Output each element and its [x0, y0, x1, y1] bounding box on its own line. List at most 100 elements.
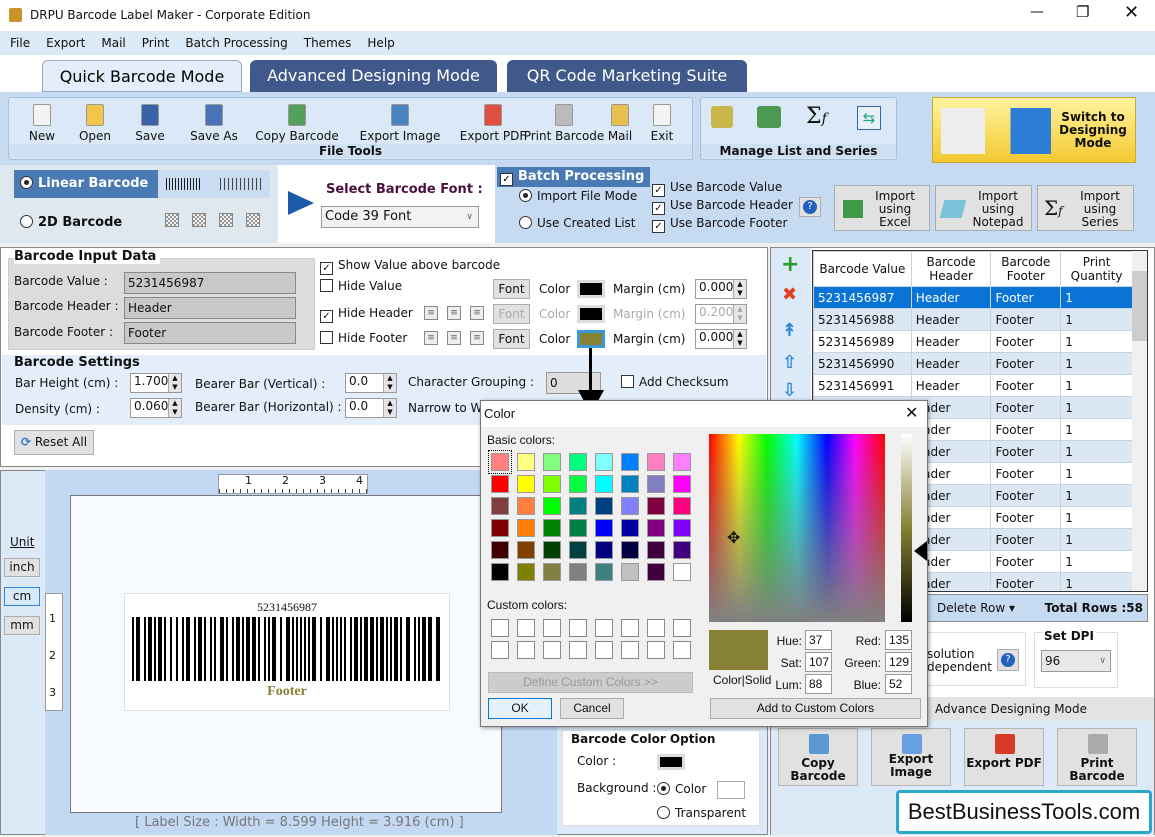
use-barcode-footer-checkbox[interactable]: ✓ Use Barcode Footer	[652, 216, 787, 233]
custom-color-swatch[interactable]	[517, 619, 535, 637]
table-cell[interactable]: 1	[1060, 462, 1133, 485]
basic-color-swatch[interactable]	[491, 519, 509, 537]
menu-export[interactable]: Export	[46, 36, 85, 50]
basic-color-swatch[interactable]	[517, 563, 535, 581]
basic-color-swatch[interactable]	[673, 563, 691, 581]
barcode-value-input[interactable]: 5231456987	[124, 272, 296, 294]
toolbar-copy-barcode-button[interactable]: Copy Barcode	[252, 104, 342, 143]
basic-color-swatch[interactable]	[543, 519, 561, 537]
table-cell[interactable]: Footer	[990, 418, 1062, 441]
use-created-list-option[interactable]: Use Created List	[519, 216, 636, 230]
barcode-label[interactable]: 5231456987 Footer	[124, 593, 450, 711]
custom-color-swatch[interactable]	[569, 619, 587, 637]
edit-list-icon[interactable]	[711, 106, 733, 128]
table-cell[interactable]: Footer	[990, 396, 1062, 419]
table-cell[interactable]: 1	[1060, 484, 1133, 507]
table-cell[interactable]: 1	[1060, 330, 1133, 353]
basic-color-swatch[interactable]	[569, 497, 587, 515]
linear-barcode-option[interactable]: Linear Barcode	[14, 170, 270, 198]
basic-color-swatch[interactable]	[543, 541, 561, 559]
menu-themes[interactable]: Themes	[304, 36, 352, 50]
column-header-barcode-footer[interactable]: Barcode Footer	[990, 251, 1062, 287]
hide-value-checkbox[interactable]: Hide Value	[320, 279, 402, 293]
move-up-icon[interactable]: ⇧	[782, 352, 797, 373]
align-left-icon[interactable]: ≡	[424, 331, 438, 345]
excel-list-icon[interactable]	[757, 106, 781, 128]
menu-print[interactable]: Print	[142, 36, 170, 50]
print-barcode-button[interactable]: Print Barcode	[1057, 728, 1137, 786]
custom-color-swatch[interactable]	[543, 641, 561, 659]
table-cell[interactable]: Footer	[990, 528, 1062, 551]
basic-color-swatch[interactable]	[543, 497, 561, 515]
2d-barcode-radio[interactable]	[20, 215, 33, 228]
table-cell[interactable]: Footer	[990, 440, 1062, 463]
resolution-help-icon[interactable]: ?	[997, 649, 1019, 671]
luminance-slider[interactable]	[901, 434, 912, 622]
import-series-button[interactable]: Σf Import using Series	[1037, 185, 1134, 231]
basic-color-swatch[interactable]	[647, 497, 665, 515]
delete-row-icon[interactable]: ✖	[782, 284, 797, 305]
unit-mm-button[interactable]: mm	[4, 616, 40, 635]
barcode-footer-input[interactable]: Footer	[124, 322, 296, 344]
basic-color-swatch[interactable]	[647, 563, 665, 581]
barcode-color-swatch[interactable]	[657, 754, 685, 770]
maximize-button[interactable]: ❐	[1076, 3, 1089, 21]
basic-color-swatch[interactable]	[673, 453, 691, 471]
basic-color-swatch[interactable]	[673, 541, 691, 559]
table-scrollbar[interactable]	[1132, 251, 1147, 591]
custom-color-swatch[interactable]	[517, 641, 535, 659]
luminance-pointer[interactable]	[914, 541, 927, 561]
basic-color-swatch[interactable]	[569, 475, 587, 493]
table-cell[interactable]: 1	[1060, 418, 1133, 441]
basic-color-swatch[interactable]	[543, 563, 561, 581]
show-value-checkbox[interactable]: ✓ Show Value above barcode	[320, 258, 500, 275]
add-to-custom-colors-button[interactable]: Add to Custom Colors	[710, 698, 921, 719]
table-row[interactable]: 5231456987 Header Footer 1	[813, 286, 1133, 309]
basic-color-swatch[interactable]	[569, 519, 587, 537]
basic-color-swatch[interactable]	[517, 453, 535, 471]
table-row[interactable]: 5231456990 Header Footer 1	[813, 352, 1133, 375]
define-custom-colors-button[interactable]: Define Custom Colors >>	[488, 672, 693, 693]
unit-cm-button[interactable]: cm	[4, 587, 40, 606]
basic-color-swatch[interactable]	[491, 541, 509, 559]
basic-color-swatch[interactable]	[673, 497, 691, 515]
basic-color-swatch[interactable]	[647, 475, 665, 493]
custom-color-swatch[interactable]	[673, 619, 691, 637]
import-notepad-button[interactable]: Import using Notepad	[935, 185, 1032, 231]
basic-color-swatch[interactable]	[647, 453, 665, 471]
minimize-button[interactable]: —	[1030, 4, 1044, 20]
basic-color-swatch[interactable]	[517, 519, 535, 537]
background-color-radio[interactable]: Color	[657, 782, 706, 796]
custom-color-swatch[interactable]	[621, 619, 639, 637]
hide-header-checkbox[interactable]: ✓ Hide Header	[320, 306, 413, 323]
custom-color-swatch[interactable]	[647, 641, 665, 659]
move-down-icon[interactable]: ⇩	[782, 380, 797, 401]
custom-color-swatch[interactable]	[647, 619, 665, 637]
value-color-swatch[interactable]	[577, 280, 605, 298]
basic-color-swatch[interactable]	[491, 563, 509, 581]
2d-barcode-option[interactable]: 2D Barcode	[20, 215, 122, 230]
tab-quick-barcode-mode[interactable]: Quick Barcode Mode	[42, 60, 242, 92]
custom-color-swatch[interactable]	[595, 641, 613, 659]
basic-color-swatch[interactable]	[517, 497, 535, 515]
color-spectrum[interactable]: ✥	[709, 434, 885, 622]
custom-color-swatch[interactable]	[673, 641, 691, 659]
red-input[interactable]: 135	[885, 630, 912, 650]
basic-color-swatch[interactable]	[621, 497, 639, 515]
footer-font-button[interactable]: Font	[493, 329, 530, 349]
import-excel-button[interactable]: Import using Excel	[834, 185, 930, 231]
table-cell[interactable]: 5231456988	[813, 308, 912, 331]
basic-color-swatch[interactable]	[569, 541, 587, 559]
export-pdf-button[interactable]: Export PDF	[964, 728, 1044, 786]
table-cell[interactable]: Header	[910, 352, 992, 375]
basic-color-swatch[interactable]	[488, 450, 512, 474]
hide-footer-checkbox[interactable]: Hide Footer	[320, 331, 407, 345]
align-center-icon[interactable]: ≡	[447, 306, 461, 320]
table-cell[interactable]: Footer	[990, 572, 1062, 591]
basic-color-swatch[interactable]	[621, 519, 639, 537]
basic-color-swatch[interactable]	[517, 475, 535, 493]
table-row[interactable]: 5231456989 Header Footer 1	[813, 330, 1133, 353]
custom-color-swatch[interactable]	[621, 641, 639, 659]
help-icon[interactable]: ?	[799, 197, 821, 217]
table-cell[interactable]: 1	[1060, 374, 1133, 397]
